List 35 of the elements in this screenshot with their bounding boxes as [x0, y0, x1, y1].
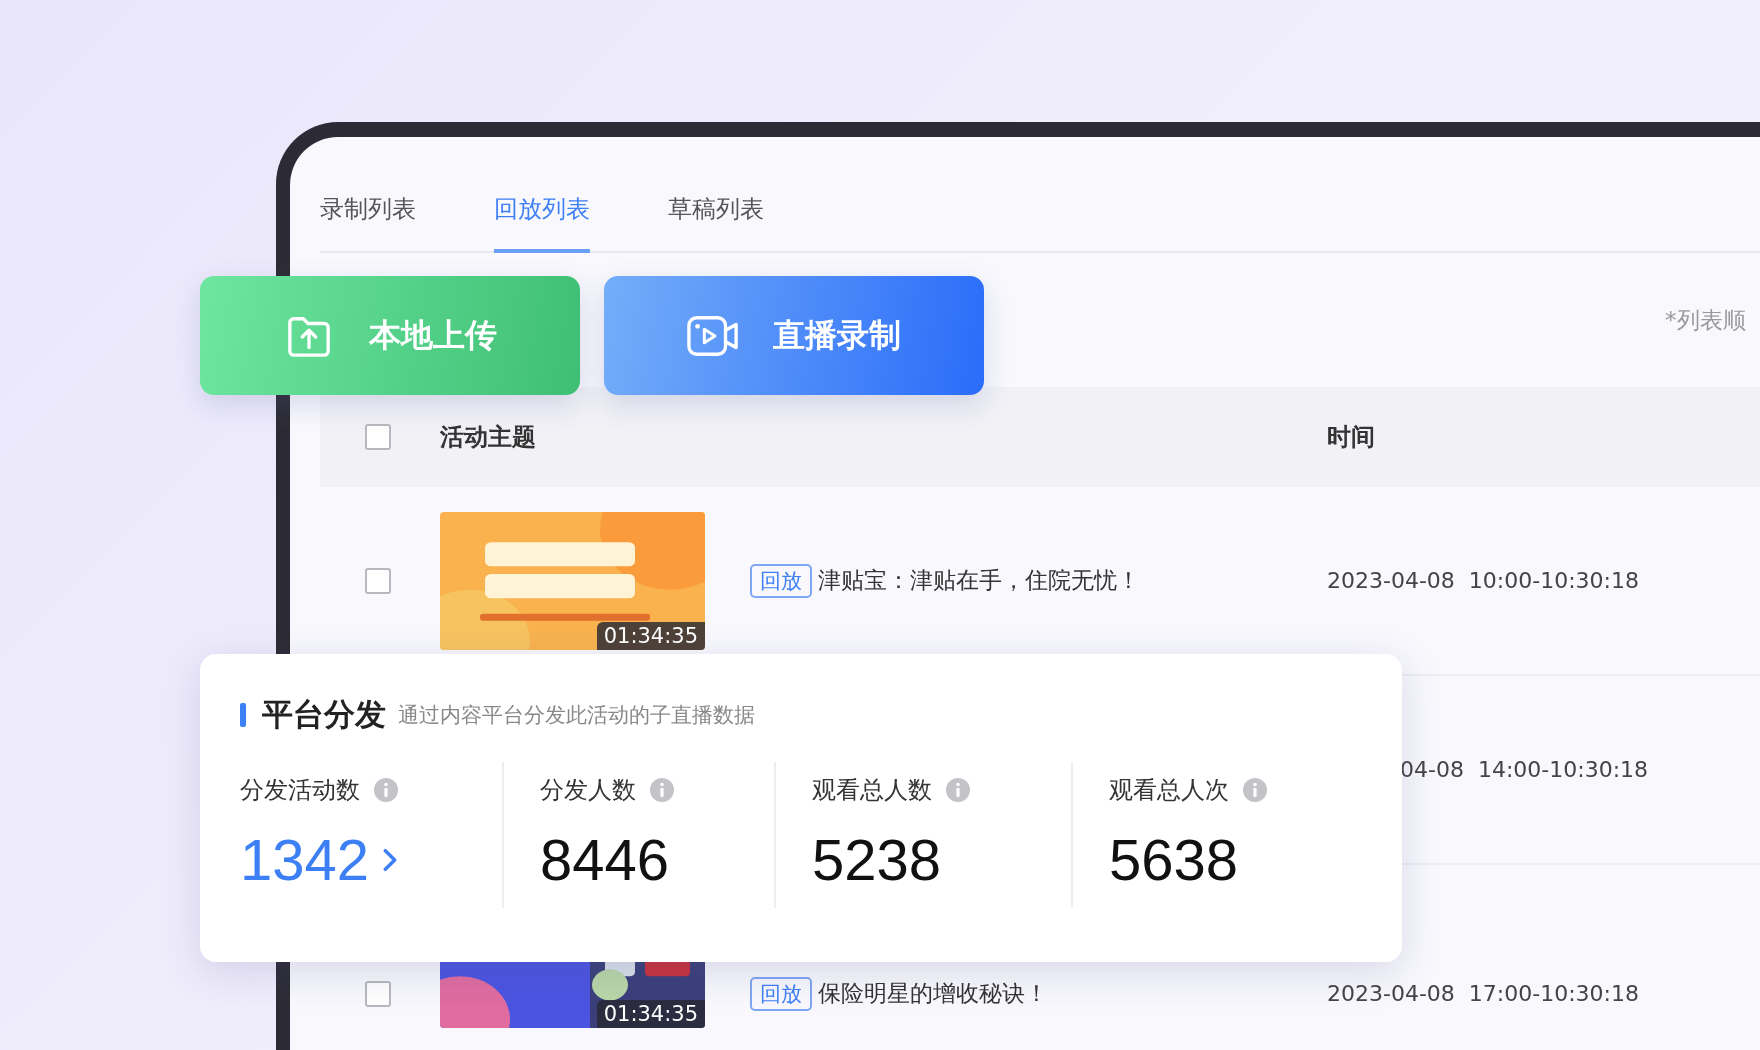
card-subtitle: 通过内容平台分发此活动的子直播数据 — [398, 702, 755, 729]
time-range: 2023-04-08 10:00-10:30:18 — [1327, 568, 1639, 593]
stat-value: 5238 — [812, 826, 942, 893]
tab[interactable]: 草稿列表 — [668, 193, 764, 253]
time-range: 04-08 14:00-10:30:18 — [1400, 757, 1649, 782]
stat-label: 观看总人次 — [1109, 775, 1229, 806]
info-icon[interactable] — [946, 778, 970, 802]
activity-title[interactable]: 津贴宝：津贴在手，住院无忧！ — [818, 565, 1140, 596]
record-button[interactable]: 直播录制 — [604, 276, 984, 395]
select-all-checkbox[interactable] — [365, 424, 391, 450]
duration-badge: 01:34:35 — [596, 621, 705, 650]
stat-value: 5638 — [1109, 826, 1239, 893]
row-checkbox[interactable] — [365, 567, 391, 594]
column-header: 时间 — [1327, 423, 1375, 451]
stat-label: 观看总人数 — [812, 775, 932, 806]
stat-label: 分发活动数 — [240, 775, 360, 806]
replay-tag: 回放 — [750, 976, 812, 1011]
tab[interactable]: 录制列表 — [320, 193, 416, 253]
replay-tag: 回放 — [750, 563, 812, 598]
duration-badge: 01:34:35 — [596, 999, 705, 1028]
time-range: 2023-04-08 17:00-10:30:18 — [1327, 981, 1639, 1006]
tab[interactable]: 回放列表 — [494, 193, 590, 253]
info-icon[interactable] — [650, 778, 674, 802]
stat-value-link[interactable]: 1342 — [240, 826, 370, 893]
chevron-right-icon[interactable] — [383, 847, 398, 872]
column-header: 活动主题 — [440, 422, 536, 453]
accent-bar — [240, 703, 246, 727]
list-note: *列表顺 — [1665, 305, 1746, 335]
info-icon[interactable] — [1243, 778, 1267, 802]
info-icon[interactable] — [374, 778, 398, 802]
row-checkbox[interactable] — [365, 980, 391, 1007]
stat-label: 分发人数 — [540, 775, 636, 806]
stat-value: 8446 — [540, 826, 670, 893]
activity-title[interactable]: 保险明星的增收秘诀！ — [818, 978, 1048, 1009]
card-title: 平台分发 — [262, 695, 386, 734]
